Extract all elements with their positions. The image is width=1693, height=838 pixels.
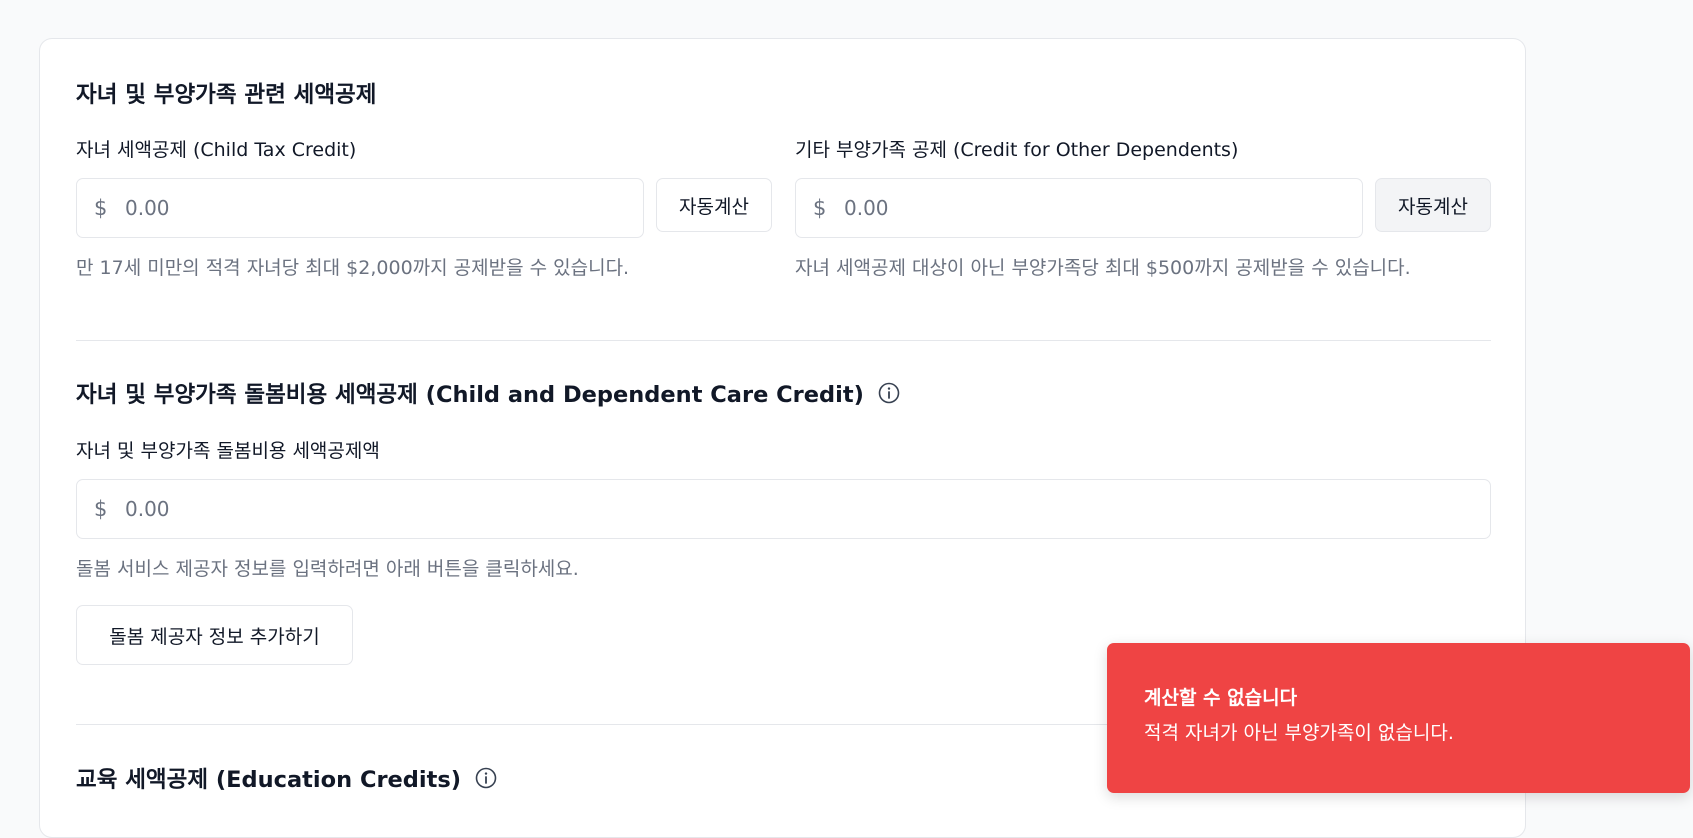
care-credit-help-text: 돌봄 서비스 제공자 정보를 입력하려면 아래 버튼을 클릭하세요.	[76, 558, 579, 580]
section-title-education: 교육 세액공제 (Education Credits)	[76, 762, 497, 794]
child-tax-credit-help-text: 만 17세 미만의 적격 자녀당 최대 $2,000까지 공제받을 수 있습니다…	[76, 257, 630, 279]
info-circle-icon[interactable]	[475, 767, 497, 789]
other-dependents-input[interactable]	[844, 179, 1352, 237]
info-circle-icon[interactable]	[878, 382, 900, 404]
care-credit-amount-label: 자녀 및 부양가족 돌봄비용 세액공제액	[76, 440, 380, 462]
dollar-prefix: $	[813, 196, 827, 220]
other-dependents-label: 기타 부양가족 공제 (Credit for Other Dependents)	[795, 139, 1239, 161]
add-care-provider-button[interactable]: 돌봄 제공자 정보 추가하기	[76, 605, 353, 665]
section-divider	[76, 340, 1491, 341]
other-dependents-help-text: 자녀 세액공제 대상이 아닌 부양가족당 최대 $500까지 공제받을 수 있습…	[795, 257, 1411, 279]
toast-description: 적격 자녀가 아닌 부양가족이 없습니다.	[1144, 722, 1454, 744]
dollar-prefix: $	[94, 196, 108, 220]
dollar-prefix: $	[94, 497, 108, 521]
section-title-care-credit-text: 자녀 및 부양가족 돌봄비용 세액공제 (Child and Dependent…	[76, 382, 864, 408]
child-tax-credit-field[interactable]: $	[76, 178, 644, 238]
error-toast[interactable]: 계산할 수 없습니다 적격 자녀가 아닌 부양가족이 없습니다.	[1107, 643, 1690, 793]
child-tax-credit-label: 자녀 세액공제 (Child Tax Credit)	[76, 139, 357, 161]
child-tax-credit-input[interactable]	[125, 179, 633, 237]
other-dependents-field[interactable]: $	[795, 178, 1363, 238]
toast-title: 계산할 수 없습니다	[1144, 687, 1298, 709]
other-dependents-auto-calc-button[interactable]: 자동계산	[1375, 178, 1491, 232]
care-credit-amount-input[interactable]	[125, 480, 1480, 538]
care-credit-amount-field[interactable]: $	[76, 479, 1491, 539]
section-title-care-credit: 자녀 및 부양가족 돌봄비용 세액공제 (Child and Dependent…	[76, 377, 900, 409]
section-title-education-text: 교육 세액공제 (Education Credits)	[76, 767, 462, 793]
section-title-child-dependents: 자녀 및 부양가족 관련 세액공제	[76, 82, 377, 108]
child-tax-credit-auto-calc-button[interactable]: 자동계산	[656, 178, 772, 232]
